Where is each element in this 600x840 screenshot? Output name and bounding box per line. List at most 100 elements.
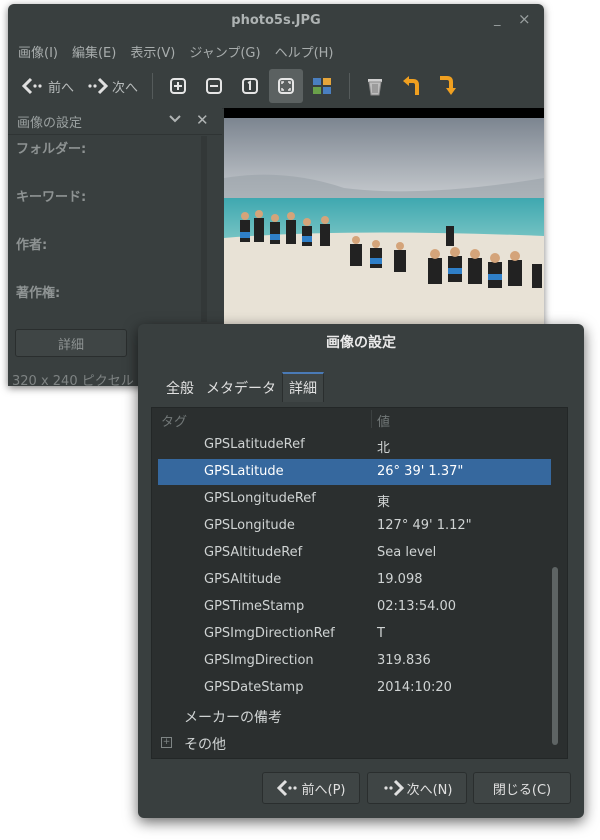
next-arrow-icon: [88, 77, 109, 95]
tab-details[interactable]: 詳細: [282, 372, 324, 402]
column-header-value[interactable]: 値: [377, 411, 390, 430]
author-label: 作者:: [16, 238, 48, 253]
keyword-label: キーワード:: [16, 190, 87, 205]
dialog-title: 画像の設定: [326, 335, 396, 351]
minimize-button[interactable]: _: [494, 12, 501, 27]
row-value: 26° 39' 1.37": [377, 464, 464, 479]
properties-dialog: 画像の設定 全般 メタデータ 詳細 タグ 値 GPSLatitudeRef 北 …: [138, 324, 584, 818]
dialog-tabs: 全般 メタデータ 詳細: [160, 372, 324, 402]
tab-metadata[interactable]: メタデータ: [200, 374, 282, 402]
menu-bar: 画像(I) 編集(E) 表示(V) ジャンプ(G) ヘルプ(H): [8, 38, 544, 64]
row-value: 東: [377, 495, 391, 510]
table-row[interactable]: GPSTimeStamp 02:13:54.00: [158, 594, 551, 620]
table-row[interactable]: GPSImgDirection 319.836: [158, 648, 551, 674]
menu-help[interactable]: ヘルプ(H): [275, 42, 334, 61]
toolbar-separator: [152, 73, 154, 99]
expand-plus-icon[interactable]: +: [161, 737, 172, 748]
zoom-out-icon: [206, 78, 223, 94]
chevron-down-icon[interactable]: [168, 112, 182, 126]
row-value: T: [377, 626, 385, 641]
next-label: 次へ: [112, 80, 139, 96]
toolbar: 前へ 次へ: [8, 64, 544, 109]
prev-button[interactable]: 前へ(P): [262, 772, 360, 804]
folder-label: フォルダー:: [16, 142, 87, 157]
row-value: 127° 49' 1.12": [377, 518, 472, 533]
table-row[interactable]: GPSImgDirectionRef T: [158, 621, 551, 647]
row-tag: GPSImgDirection: [204, 653, 314, 668]
row-tag: GPSAltitude: [204, 572, 282, 587]
gallery-button[interactable]: [305, 69, 339, 103]
rotate-left-button[interactable]: [394, 69, 428, 103]
status-text: 320 x 240 ピクセル: [12, 374, 134, 386]
row-value: 319.836: [377, 653, 431, 668]
prev-button-label: 前へ(P): [301, 782, 346, 798]
trash-icon: [368, 79, 383, 96]
zoom-in-button[interactable]: [161, 69, 195, 103]
toolbar-separator-2: [349, 73, 351, 99]
row-tag: GPSDateStamp: [204, 680, 304, 695]
menu-edit[interactable]: 編集(E): [72, 42, 116, 61]
row-value: Sea level: [377, 545, 437, 560]
table-row[interactable]: GPSLatitudeRef 北: [158, 432, 551, 458]
window-title: photo5s.JPG: [231, 13, 321, 28]
table-row[interactable]: GPSAltitude 19.098: [158, 567, 551, 593]
column-header-tag[interactable]: タグ: [161, 411, 187, 430]
tab-general[interactable]: 全般: [160, 374, 200, 402]
zoom-in-icon: [170, 78, 187, 94]
row-tag: GPSLongitude: [204, 518, 295, 533]
close-window-button[interactable]: ×: [518, 10, 531, 28]
gallery-icon: [313, 78, 332, 94]
next-image-button[interactable]: 次へ: [80, 71, 144, 101]
prev-image-button[interactable]: 前へ: [16, 71, 80, 101]
zoom-normal-icon: [242, 78, 259, 94]
prev-label: 前へ: [48, 80, 75, 96]
title-bar[interactable]: photo5s.JPG _ ×: [8, 4, 544, 38]
group-label: その他: [184, 737, 226, 753]
table-row[interactable]: GPSDateStamp 2014:10:20: [158, 675, 551, 701]
menu-go[interactable]: ジャンプ(G): [189, 42, 260, 61]
zoom-fit-icon: [278, 78, 295, 94]
side-panel-title: 画像の設定: [17, 115, 83, 131]
zoom-out-button[interactable]: [197, 69, 231, 103]
next-button[interactable]: 次へ(N): [367, 772, 467, 804]
rotate-right-button[interactable]: [430, 69, 464, 103]
next-button-label: 次へ(N): [406, 782, 453, 798]
row-tag: GPSTimeStamp: [204, 599, 305, 614]
menu-image[interactable]: 画像(I): [18, 42, 58, 61]
table-row[interactable]: GPSLongitude 127° 49' 1.12": [158, 513, 551, 539]
next-arrow-icon: [383, 779, 404, 797]
close-button[interactable]: 閉じる(C): [473, 772, 571, 804]
menu-view[interactable]: 表示(V): [130, 42, 175, 61]
row-value: 2014:10:20: [377, 680, 452, 695]
row-value: 02:13:54.00: [377, 599, 457, 614]
prev-arrow-icon: [22, 77, 42, 95]
row-tag: GPSAltitudeRef: [204, 545, 303, 560]
row-tag: GPSImgDirectionRef: [204, 626, 335, 641]
prev-arrow-icon: [276, 779, 297, 797]
row-value: 19.098: [377, 572, 423, 587]
rotate-right-icon: [440, 76, 457, 95]
trash-button[interactable]: [358, 69, 392, 103]
table-row[interactable]: GPSAltitudeRef Sea level: [158, 540, 551, 566]
row-tag: GPSLatitude: [204, 464, 284, 479]
rotate-left-icon: [403, 76, 420, 95]
metadata-tree[interactable]: タグ 値 GPSLatitudeRef 北 GPSLatitude 26° 39…: [151, 407, 568, 759]
table-row[interactable]: GPSLongitudeRef 東: [158, 486, 551, 512]
tree-scrollbar[interactable]: [552, 567, 558, 745]
detail-button[interactable]: 詳細: [15, 329, 127, 357]
column-divider: [371, 410, 372, 428]
copyright-label: 著作権:: [16, 286, 61, 301]
row-tag: GPSLongitudeRef: [204, 491, 316, 506]
tree-group-maker-note[interactable]: メーカーの備考: [158, 702, 551, 728]
row-value: 北: [377, 441, 391, 456]
table-row-selected[interactable]: GPSLatitude 26° 39' 1.37": [158, 459, 551, 485]
side-panel-scrollbar[interactable]: [201, 136, 207, 322]
zoom-fit-button[interactable]: [269, 69, 304, 103]
zoom-normal-button[interactable]: [233, 69, 267, 103]
tree-group-other[interactable]: + その他: [158, 729, 551, 755]
side-panel-close-icon[interactable]: ✕: [196, 111, 209, 129]
row-tag: GPSLatitudeRef: [204, 437, 305, 452]
group-label: メーカーの備考: [184, 710, 282, 726]
tree-header: タグ 値: [158, 408, 554, 430]
side-panel-header: 画像の設定 ✕: [8, 108, 222, 135]
